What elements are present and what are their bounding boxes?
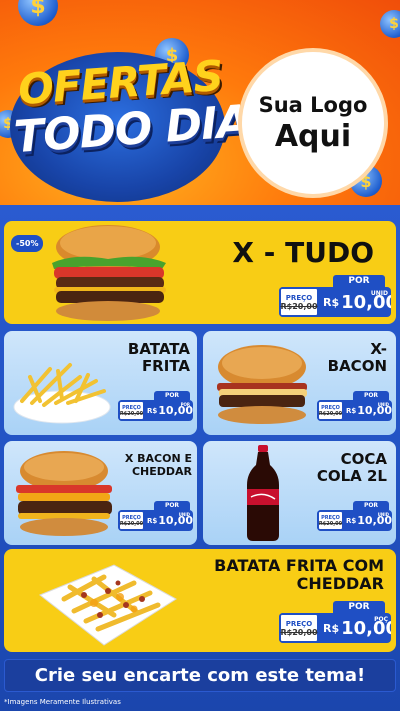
currency: R$ bbox=[323, 621, 340, 635]
price-tag: POR PREÇO R$20,00 R$ 10,00 UNID bbox=[317, 391, 392, 423]
product-card-x-bacon-cheddar[interactable]: X BACON E CHEDDAR POR PREÇO R$20,00 R$ 1… bbox=[4, 441, 197, 545]
coin-icon: $ bbox=[18, 0, 58, 26]
por-label: POR bbox=[154, 391, 190, 400]
burger-image bbox=[217, 345, 307, 424]
unit-label: POÇ bbox=[374, 616, 388, 623]
price-tag: POR PREÇO R$20,00 R$ 10,00 UNID bbox=[118, 501, 193, 533]
old-price: R$20,00 bbox=[318, 410, 343, 417]
logo-text-line-2: Aqui bbox=[274, 118, 352, 154]
fries-cheddar-image bbox=[39, 564, 177, 646]
coin-icon: $ bbox=[380, 10, 400, 38]
price-box: PREÇO R$20,00 R$ 10,00 POÇ bbox=[279, 613, 391, 643]
logo-text-line-1: Sua Logo bbox=[258, 92, 368, 117]
currency: R$ bbox=[147, 406, 158, 415]
por-label: POR bbox=[353, 391, 389, 400]
product-name: COCA COLA 2L bbox=[316, 450, 387, 486]
product-card-x-bacon[interactable]: X-BACON POR PREÇO R$20,00 R$ 10,00 UNID bbox=[203, 331, 396, 435]
price-box: PREÇO R$20,00 R$ 10,00 UNID bbox=[279, 287, 391, 317]
price-box: PREÇO R$20,00 R$ 10,00 UNID bbox=[317, 400, 392, 421]
por-label: POR bbox=[154, 501, 190, 510]
product-card-x-tudo[interactable]: -50% X - TUDO POR PREÇO R$20,00 R$ 10,00… bbox=[4, 221, 396, 324]
unit-label: POR bbox=[180, 402, 190, 407]
product-name: BATATA FRITA bbox=[127, 340, 190, 376]
old-price: R$20,00 bbox=[318, 520, 343, 527]
price-tag: POR PREÇO R$20,00 R$ 10,00 UNID bbox=[279, 275, 391, 319]
por-label: POR bbox=[333, 601, 385, 613]
price-tag: POR PREÇO R$20,00 R$ 10,00 UNID bbox=[317, 501, 392, 533]
product-card-batata-frita[interactable]: BATATA FRITA POR PREÇO R$20,00 R$ 10,00 … bbox=[4, 331, 197, 435]
price-box: PREÇO R$20,00 R$ 10,00 POR bbox=[118, 400, 193, 421]
discount-badge: -50% bbox=[11, 235, 44, 252]
por-label: POR bbox=[353, 501, 389, 510]
old-price: R$20,00 bbox=[280, 301, 318, 311]
price-box: PREÇO R$20,00 R$ 10,00 UNID bbox=[118, 510, 193, 531]
price-box: PREÇO R$20,00 R$ 10,00 UNID bbox=[317, 510, 392, 531]
price-label: PREÇO bbox=[285, 619, 313, 628]
fries-image bbox=[13, 363, 111, 424]
product-name: X-BACON bbox=[327, 340, 387, 376]
product-name: X - TUDO bbox=[232, 236, 374, 269]
product-card-coca-cola[interactable]: COCA COLA 2L POR PREÇO R$20,00 R$ 10,00 … bbox=[203, 441, 396, 545]
product-card-batata-cheddar[interactable]: BATATA FRITA COM CHEDDAR POR PREÇO R$20,… bbox=[4, 549, 396, 652]
por-label: POR bbox=[333, 275, 385, 287]
price-label: PREÇO bbox=[285, 293, 313, 302]
product-name: X BACON E CHEDDAR bbox=[124, 452, 192, 478]
soda-bottle-image bbox=[247, 445, 279, 541]
cta-banner[interactable]: Crie seu encarte com este tema! bbox=[4, 659, 396, 692]
currency: R$ bbox=[147, 516, 158, 525]
product-name: BATATA FRITA COM CHEDDAR bbox=[214, 556, 384, 594]
old-price: R$20,00 bbox=[119, 410, 144, 417]
unit-label: UNID bbox=[370, 290, 388, 297]
unit-label: UNID bbox=[178, 512, 190, 517]
burger-image bbox=[52, 225, 166, 321]
currency: R$ bbox=[346, 406, 357, 415]
currency: R$ bbox=[323, 295, 340, 309]
header-banner: $ $ $ $ $ $ OFERTAS TODO DIA Sua Logo Aq… bbox=[0, 0, 400, 205]
disclaimer-text: *Imagens Meramente Ilustrativas bbox=[4, 698, 121, 706]
price-tag: POR PREÇO R$20,00 R$ 10,00 POR bbox=[118, 391, 193, 423]
unit-label: UNID bbox=[377, 402, 389, 407]
old-price: R$20,00 bbox=[119, 520, 144, 527]
old-price: R$20,00 bbox=[280, 627, 318, 637]
unit-label: UNID bbox=[377, 512, 389, 517]
burger-image bbox=[16, 451, 112, 536]
price-tag: POR PREÇO R$20,00 R$ 10,00 POÇ bbox=[279, 601, 391, 645]
currency: R$ bbox=[346, 516, 357, 525]
logo-placeholder[interactable]: Sua Logo Aqui bbox=[238, 48, 388, 198]
